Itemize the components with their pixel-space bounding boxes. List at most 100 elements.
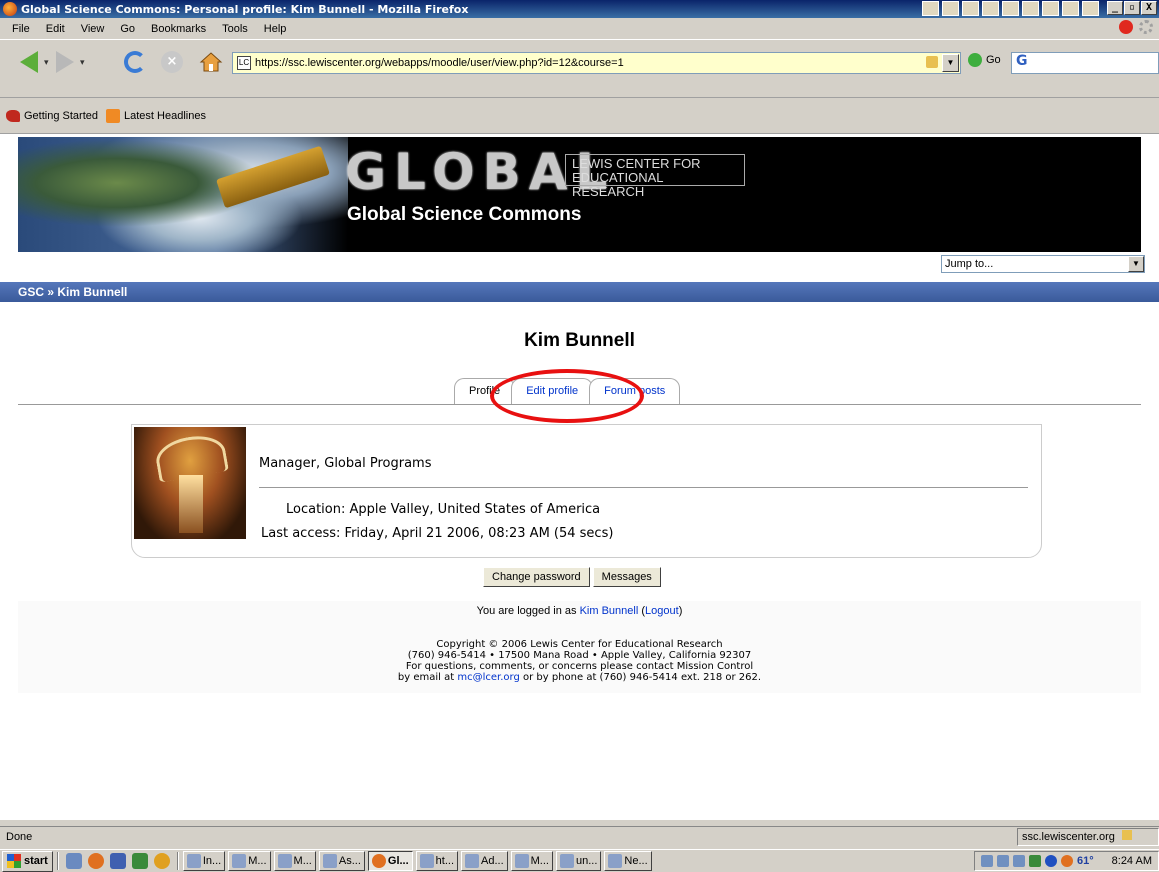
- location-row: Location: Apple Valley, United States of…: [286, 502, 600, 517]
- logo-lewis-center: LEWIS CENTER FOR EDUCATIONAL RESEARCH: [565, 154, 745, 199]
- tray-app-icon[interactable]: [982, 1, 999, 16]
- tray-app-icon[interactable]: [1013, 855, 1025, 867]
- taskbar-item-active[interactable]: Gl...: [367, 851, 413, 871]
- menu-view[interactable]: View: [73, 23, 113, 35]
- forward-history-dropdown[interactable]: ▾: [80, 58, 85, 68]
- taskbar-item[interactable]: Ne...: [604, 851, 652, 871]
- secure-lock-icon[interactable]: [1122, 830, 1132, 840]
- reload-button[interactable]: [124, 51, 146, 73]
- navigation-toolbar: ▾ ▾ × LC https://ssc.lewiscenter.org/web…: [0, 40, 1159, 98]
- start-button[interactable]: start: [2, 850, 53, 872]
- tray-app-icon[interactable]: [1002, 1, 1019, 16]
- quicklaunch-media-icon[interactable]: [153, 853, 170, 869]
- maximize-button[interactable]: ▫: [1124, 1, 1140, 15]
- email-prefix: by email at: [397, 672, 455, 683]
- taskbar-item[interactable]: Ad...: [461, 851, 508, 871]
- tray-app-icon[interactable]: [962, 1, 979, 16]
- bookmark-getting-started[interactable]: Getting Started: [6, 109, 98, 122]
- task-label: un...: [575, 855, 598, 867]
- close-button[interactable]: X: [1141, 1, 1157, 15]
- menu-bar: File Edit View Go Bookmarks Tools Help: [0, 18, 1159, 40]
- menu-go[interactable]: Go: [112, 23, 143, 35]
- breadcrumb: GSC » Kim Bunnell: [0, 282, 1159, 302]
- window-controls: _ ▫ X: [1107, 1, 1157, 15]
- secure-lock-icon[interactable]: [926, 56, 938, 68]
- taskbar-item[interactable]: M...: [273, 851, 316, 871]
- user-info-box: Manager, Global Programs Location: Apple…: [131, 424, 1042, 558]
- task-firefox-icon: [371, 854, 386, 868]
- stop-button[interactable]: ×: [161, 51, 183, 73]
- taskbar-item[interactable]: M...: [510, 851, 553, 871]
- home-button[interactable]: [199, 51, 223, 76]
- window-titlebar: Global Science Commons: Personal profile…: [0, 0, 1159, 18]
- bookmark-latest-headlines[interactable]: Latest Headlines: [106, 108, 206, 123]
- menu-tools[interactable]: Tools: [214, 23, 256, 35]
- menu-edit[interactable]: Edit: [38, 23, 73, 35]
- tray-network-icon[interactable]: [981, 855, 993, 867]
- tray-app-icon[interactable]: [922, 1, 939, 16]
- menu-file[interactable]: File: [4, 23, 38, 35]
- address-bar[interactable]: LC https://ssc.lewiscenter.org/webapps/m…: [232, 52, 961, 74]
- task-label: As...: [338, 855, 361, 867]
- forward-button[interactable]: [56, 51, 74, 73]
- forward-arrow-icon: [56, 51, 74, 73]
- go-label: Go: [986, 54, 1001, 66]
- taskbar-item[interactable]: In...: [182, 851, 226, 871]
- logo-org-line2: EDUCATIONAL RESEARCH: [572, 170, 664, 199]
- messages-button[interactable]: Messages: [592, 567, 661, 587]
- tray-app-icon[interactable]: [1022, 1, 1039, 16]
- tray-app-icon[interactable]: [1082, 1, 1099, 16]
- breadcrumb-root[interactable]: GSC: [18, 285, 44, 299]
- tray-volume-icon[interactable]: [997, 855, 1009, 867]
- menu-help[interactable]: Help: [256, 23, 295, 35]
- url-text[interactable]: https://ssc.lewiscenter.org/webapps/mood…: [255, 57, 624, 69]
- back-button[interactable]: [20, 51, 38, 73]
- clock[interactable]: 8:24 AM: [1112, 855, 1152, 867]
- go-button[interactable]: Go: [968, 53, 1001, 67]
- back-history-dropdown[interactable]: ▾: [44, 58, 49, 68]
- site-subtitle: Global Science Commons: [347, 204, 582, 225]
- jump-to-selected: Jump to...: [945, 258, 994, 270]
- tray-app-icon[interactable]: [1042, 1, 1059, 16]
- address-line: (760) 946-5414 • 17500 Mana Road • Apple…: [407, 650, 752, 661]
- logged-in-user-link[interactable]: Kim Bunnell: [580, 605, 639, 617]
- login-info: You are logged in as Kim Bunnell (Logout…: [476, 605, 683, 617]
- taskbar-item[interactable]: ht...: [415, 851, 459, 871]
- search-box[interactable]: G: [1011, 52, 1159, 74]
- tray-app-icon[interactable]: [1062, 1, 1079, 16]
- task-label: Ne...: [624, 855, 648, 867]
- task-label: ht...: [435, 855, 455, 867]
- windows-taskbar: start In... M... M... As... Gl... ht... …: [0, 849, 1159, 872]
- last-access-value: Friday, April 21 2006, 08:23 AM (54 secs…: [344, 526, 614, 541]
- task-label: M...: [293, 855, 312, 867]
- task-label: Ad...: [481, 855, 504, 867]
- taskbar-item[interactable]: M...: [228, 851, 271, 871]
- task-label: M...: [248, 855, 267, 867]
- tray-app-icon[interactable]: [1029, 855, 1041, 867]
- quicklaunch-app-icon[interactable]: [131, 853, 148, 869]
- tray-weather-icon[interactable]: [1061, 855, 1073, 867]
- tray-app-icon[interactable]: [942, 1, 959, 16]
- logout-link[interactable]: Logout: [645, 605, 679, 617]
- last-access-row: Last access: Friday, April 21 2006, 08:2…: [261, 526, 613, 541]
- page-content: GLOBAL LEWIS CENTER FOR EDUCATIONAL RESE…: [0, 134, 1159, 820]
- google-search-icon: G: [1016, 53, 1028, 69]
- windows-logo-icon: [7, 854, 21, 868]
- change-password-button[interactable]: Change password: [483, 567, 590, 587]
- page-title: Kim Bunnell: [524, 330, 635, 351]
- quicklaunch-firefox-icon[interactable]: [87, 853, 104, 869]
- menu-bookmarks[interactable]: Bookmarks: [143, 23, 214, 35]
- quicklaunch-desktop-icon[interactable]: [65, 853, 82, 869]
- chevron-down-icon[interactable]: ▼: [1128, 256, 1144, 272]
- taskbar-item[interactable]: un...: [555, 851, 602, 871]
- quicklaunch-mail-icon[interactable]: [109, 853, 126, 869]
- minimize-button[interactable]: _: [1107, 1, 1123, 15]
- url-history-dropdown[interactable]: ▼: [942, 54, 959, 72]
- tray-app-icon[interactable]: [1045, 855, 1057, 867]
- radio-dish-base: [179, 475, 203, 533]
- notification-icon[interactable]: [1119, 20, 1133, 34]
- phone-line: or by phone at (760) 946-5414 ext. 218 o…: [523, 672, 762, 683]
- email-link[interactable]: mc@lcer.org: [457, 672, 519, 683]
- taskbar-item[interactable]: As...: [318, 851, 365, 871]
- jump-to-select[interactable]: Jump to... ▼: [941, 255, 1145, 273]
